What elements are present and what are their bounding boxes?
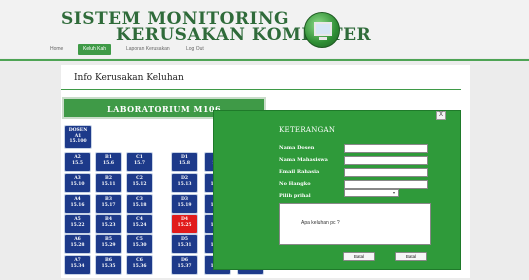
prihal-select[interactable]: ▾ — [344, 189, 399, 197]
field-label-nama-mahasiswa: Nama Mahasiswa — [279, 157, 328, 163]
computer-d6[interactable]: D6 15.37 — [171, 255, 198, 275]
field-label-no-hangko: No Hangko — [279, 181, 311, 187]
computer-c5[interactable]: C5 15.30 — [126, 234, 153, 254]
nama-mahasiswa-input[interactable] — [344, 156, 428, 165]
nav-item-laporan-kerusakan[interactable]: Laporan Kerusakan — [126, 44, 170, 55]
computer-ip: 15.100 — [69, 139, 87, 144]
close-button[interactable]: X — [436, 111, 446, 120]
computer-ip: 15.10 — [70, 181, 85, 187]
computer-ip: 15.7 — [134, 160, 145, 166]
computer-a6[interactable]: A6 15.28 — [64, 234, 91, 254]
computer-ip: 15.22 — [70, 222, 85, 228]
computer-ip: 15.29 — [101, 242, 116, 248]
computer-ip: 15.34 — [70, 263, 85, 269]
computer-c6[interactable]: C6 15.36 — [126, 255, 153, 275]
computer-d3[interactable]: D3 15.19 — [171, 194, 198, 214]
computer-ip: 15.31 — [177, 242, 192, 248]
chevron-down-icon: ▾ — [392, 190, 395, 195]
computer-dosen-a1[interactable]: DOSEN A1 15.100 — [64, 125, 92, 149]
nav-item-log-out[interactable]: Log Out — [186, 44, 204, 55]
computer-d1[interactable]: D1 15.8 — [171, 152, 198, 172]
computer-d5[interactable]: D5 15.31 — [171, 234, 198, 254]
computer-ip: 15.11 — [101, 181, 116, 187]
computer-b4[interactable]: B4 15.23 — [95, 214, 122, 234]
computer-ip: 15.18 — [132, 202, 147, 208]
email-input[interactable] — [344, 168, 428, 177]
computer-ip: 15.16 — [70, 202, 85, 208]
computer-ip: 15.17 — [101, 202, 116, 208]
batal-button[interactable]: Batal — [343, 252, 375, 261]
computer-b2[interactable]: B2 15.11 — [95, 173, 122, 193]
computer-b5[interactable]: B5 15.29 — [95, 234, 122, 254]
monitor-screen — [314, 22, 332, 36]
computer-ip: 15.12 — [132, 181, 147, 187]
computer-a7[interactable]: A7 15.34 — [64, 255, 91, 275]
computer-c2[interactable]: C2 15.12 — [126, 173, 153, 193]
computer-a5[interactable]: A5 15.22 — [64, 214, 91, 234]
computer-a3[interactable]: A3 15.10 — [64, 173, 91, 193]
nama-dosen-input[interactable] — [344, 144, 428, 153]
nav-item-keluh-kah[interactable]: Keluh Kah — [78, 44, 112, 55]
computer-ip: 15.35 — [101, 263, 116, 269]
computer-c4[interactable]: C4 15.24 — [126, 214, 153, 234]
computer-ip: 15.24 — [132, 222, 147, 228]
computer-ip: 15.25 — [177, 222, 192, 228]
keluhan-placeholder: Apa keluhan pc ? — [301, 220, 340, 226]
no-hangko-input[interactable] — [344, 180, 428, 189]
keterangan-panel — [213, 110, 461, 270]
computer-ip: 15.13 — [177, 181, 192, 187]
computer-b1[interactable]: B1 15.6 — [95, 152, 122, 172]
field-label-nama-dosen: Nama Dosen — [279, 145, 315, 151]
field-label-pilih-prihal: Pilih prihal — [279, 193, 311, 199]
computer-a4[interactable]: A4 15.16 — [64, 194, 91, 214]
computer-ip: 15.30 — [132, 242, 147, 248]
keluhan-textarea[interactable]: Apa keluhan pc ? — [279, 203, 431, 245]
computer-ip: 15.23 — [101, 222, 116, 228]
computer-c1[interactable]: C1 15.7 — [126, 152, 153, 172]
computer-ip: 15.6 — [103, 160, 114, 166]
title-divider — [61, 89, 461, 90]
computer-ip: 15.19 — [177, 202, 192, 208]
computer-a2[interactable]: A2 15.5 — [64, 152, 91, 172]
computer-ip: 15.37 — [177, 263, 192, 269]
computer-d2[interactable]: D2 15.13 — [171, 173, 198, 193]
main-nav: Home Keluh Kah Laporan Kerusakan Log Out — [0, 41, 529, 59]
page-title: Info Kerusakan Keluhan — [74, 73, 184, 83]
computer-ip: 15.36 — [132, 263, 147, 269]
computer-ip: 15.28 — [70, 242, 85, 248]
computer-c3[interactable]: C3 15.18 — [126, 194, 153, 214]
computer-ip: 15.5 — [72, 160, 83, 166]
dosen-label: DOSEN — [68, 128, 88, 133]
monitor-base — [319, 37, 327, 40]
computer-b3[interactable]: B3 15.17 — [95, 194, 122, 214]
computer-ip: 15.8 — [179, 160, 190, 166]
submit-button[interactable]: Batal — [395, 252, 427, 261]
nav-divider — [0, 59, 529, 61]
computer-d4[interactable]: D4 15.25 — [171, 214, 198, 234]
field-label-email: Email Rahasia — [279, 169, 320, 175]
nav-item-home[interactable]: Home — [50, 44, 63, 55]
panel-title: KETERANGAN — [279, 126, 336, 134]
computer-b6[interactable]: B6 15.35 — [95, 255, 122, 275]
